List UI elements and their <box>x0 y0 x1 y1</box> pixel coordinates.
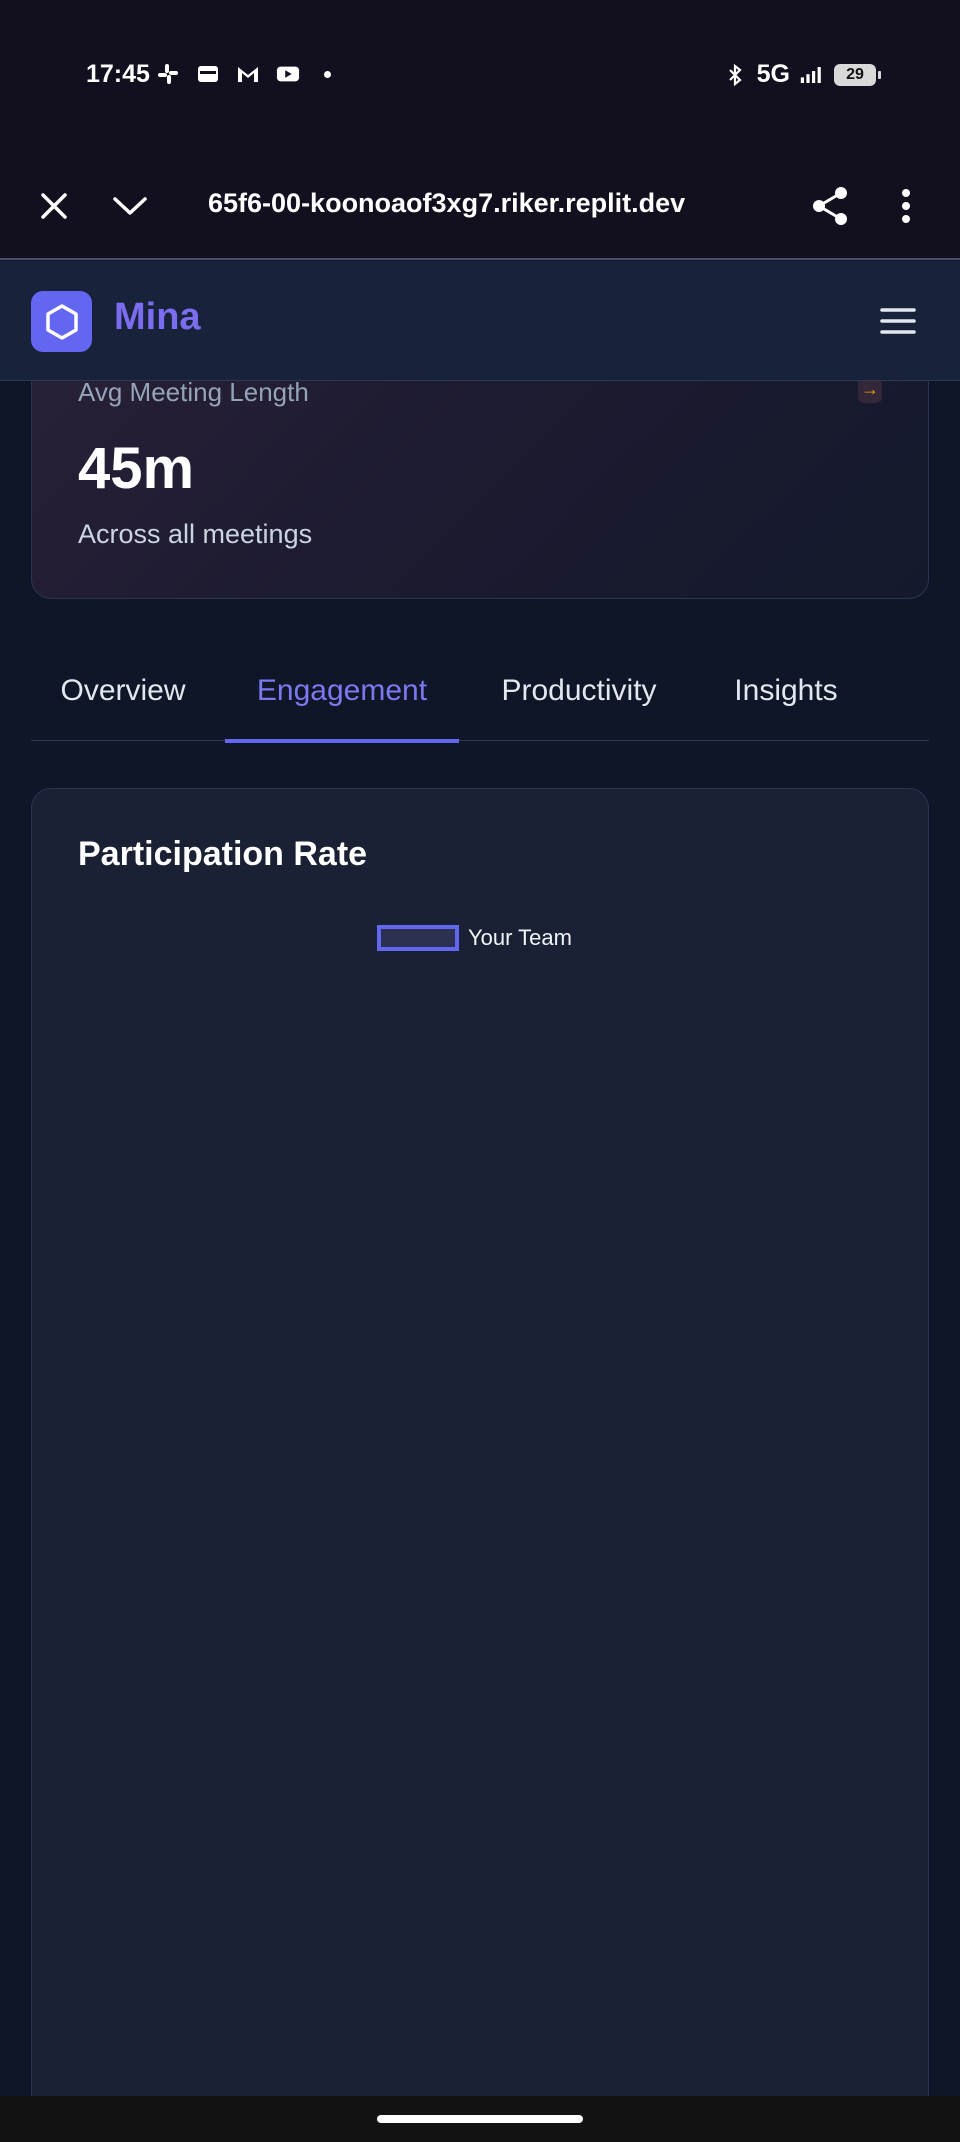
hexagon-icon[interactable] <box>31 291 92 352</box>
notification-icons <box>156 62 331 86</box>
stat-label: Avg Meeting Length <box>78 377 309 407</box>
chart-legend[interactable]: Your Team <box>377 925 572 951</box>
participation-rate-card: Participation Rate Your Team <box>31 788 929 2142</box>
more-notifications-dot <box>324 70 331 78</box>
more-vertical-icon[interactable] <box>884 184 928 228</box>
bluetooth-icon <box>723 63 747 87</box>
status-right: 5G 29 <box>723 60 881 89</box>
app-name[interactable]: Mina <box>114 296 201 339</box>
app-header: Mina <box>0 261 960 381</box>
tab-insights[interactable]: Insights <box>699 640 873 741</box>
analytics-tabs: Overview Engagement Productivity Insight… <box>31 640 929 743</box>
system-nav-bar <box>0 2096 960 2142</box>
gmail-icon <box>236 62 260 86</box>
tab-engagement[interactable]: Engagement <box>225 640 459 743</box>
close-icon[interactable] <box>32 184 76 228</box>
chevron-down-icon[interactable] <box>108 184 152 228</box>
legend-label: Your Team <box>468 925 572 950</box>
chart-title: Participation Rate <box>78 835 368 873</box>
browser-toolbar: 65f6-00-koonoaof3xg7.riker.replit.dev <box>0 150 960 260</box>
tab-productivity[interactable]: Productivity <box>469 640 689 741</box>
signal-icon <box>800 63 824 87</box>
tab-engagement-label: Engagement <box>256 673 428 707</box>
slack-icon <box>156 62 180 86</box>
home-gesture-handle[interactable] <box>377 2115 583 2123</box>
status-bar: 17:45 5G 29 <box>0 0 960 150</box>
battery-icon: 29 <box>834 63 881 86</box>
share-icon[interactable] <box>808 184 852 228</box>
network-type: 5G <box>756 60 790 88</box>
hamburger-menu-icon[interactable] <box>876 299 920 343</box>
stat-value: 45m <box>78 436 195 501</box>
wallet-icon <box>196 62 220 86</box>
stat-subtitle: Across all meetings <box>78 519 313 549</box>
active-tab-indicator <box>225 739 459 743</box>
status-time: 17:45 <box>86 60 150 88</box>
url-bar[interactable]: 65f6-00-koonoaof3xg7.riker.replit.dev <box>208 188 728 219</box>
youtube-icon <box>276 62 300 86</box>
legend-swatch <box>377 925 459 951</box>
tab-overview[interactable]: Overview <box>31 640 215 741</box>
